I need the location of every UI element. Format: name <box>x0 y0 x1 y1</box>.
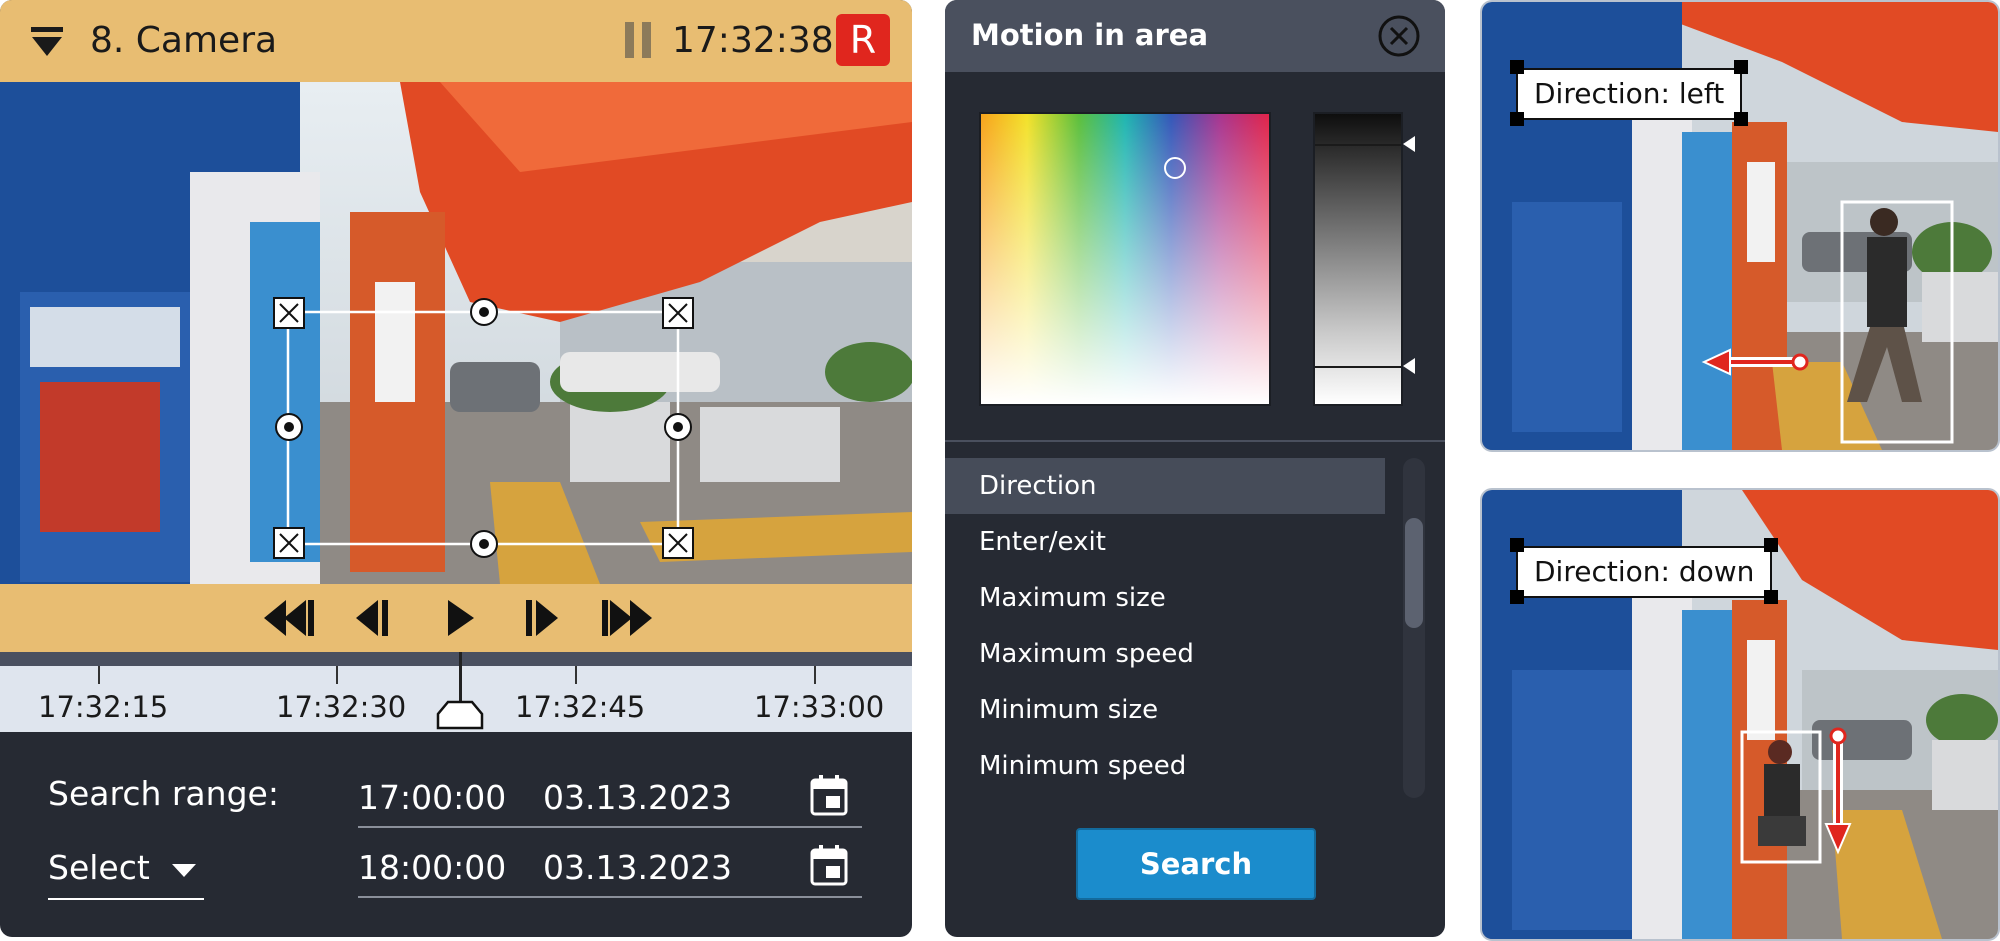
marker-arrow-icon <box>1403 136 1415 152</box>
motion-title: Motion in area <box>971 18 1209 52</box>
list-scrollbar[interactable] <box>1403 458 1425 798</box>
scrollbar-thumb[interactable] <box>1405 518 1423 628</box>
timeline-tick-label: 17:32:15 <box>38 690 169 724</box>
label-corner-handle <box>1764 538 1778 552</box>
label-corner-handle <box>1734 60 1748 74</box>
skip-to-start-icon[interactable] <box>262 598 316 638</box>
list-item-maximum-speed[interactable]: Maximum speed <box>945 626 1385 682</box>
color-cursor[interactable] <box>1164 157 1186 179</box>
brightness-marker-top[interactable] <box>1315 144 1401 146</box>
timeline[interactable]: 17:32:15 17:32:30 17:32:45 17:33:00 <box>0 652 912 732</box>
divider <box>945 440 1445 442</box>
pause-icon[interactable] <box>625 22 655 58</box>
example-direction-down: Direction: down <box>1480 488 2000 941</box>
select-dropdown[interactable]: Select <box>48 848 150 887</box>
timeline-tick <box>98 666 100 684</box>
timeline-tick-label: 17:33:00 <box>754 690 885 724</box>
play-icon[interactable] <box>446 598 476 638</box>
dropdown-triangle-icon[interactable] <box>30 26 64 58</box>
end-time-field[interactable]: 18:00:00 <box>358 848 506 887</box>
marker-arrow-icon <box>1403 358 1415 374</box>
close-icon[interactable] <box>1377 14 1421 58</box>
camera-header: 8. Camera 17:32:38 R <box>0 0 912 82</box>
start-time-field[interactable]: 17:00:00 <box>358 778 506 817</box>
skip-to-end-icon[interactable] <box>600 598 654 638</box>
search-range-label: Search range: <box>48 774 279 813</box>
select-underline <box>48 898 204 900</box>
camera-title: 8. Camera <box>90 20 278 61</box>
motion-filter-list: Direction Enter/exit Maximum size Maximu… <box>945 458 1385 794</box>
label-corner-handle <box>1510 538 1524 552</box>
timeline-tick-label: 17:32:30 <box>276 690 407 724</box>
camera-video[interactable] <box>0 82 912 584</box>
label-corner-handle <box>1510 112 1524 126</box>
color-saturation-gradient <box>981 114 1269 404</box>
label-corner-handle <box>1510 590 1524 604</box>
list-item-enter-exit[interactable]: Enter/exit <box>945 514 1385 570</box>
end-date-field[interactable]: 03.13.2023 <box>543 848 732 887</box>
search-button[interactable]: Search <box>1076 828 1316 900</box>
timeline-tick <box>575 666 577 684</box>
color-picker[interactable] <box>979 112 1271 406</box>
camera-time: 17:32:38 <box>672 20 834 61</box>
timeline-tick <box>336 666 338 684</box>
calendar-icon[interactable] <box>810 774 848 816</box>
start-field-underline <box>358 826 862 828</box>
step-forward-icon[interactable] <box>524 598 560 638</box>
end-field-underline <box>358 896 862 898</box>
list-item-minimum-size[interactable]: Minimum size <box>945 682 1385 738</box>
playhead-handle-icon[interactable] <box>436 700 484 730</box>
step-back-icon[interactable] <box>354 598 390 638</box>
list-item-direction[interactable]: Direction <box>945 458 1385 514</box>
start-date-field[interactable]: 03.13.2023 <box>543 778 732 817</box>
playback-controls <box>0 584 912 652</box>
direction-down-label: Direction: down <box>1516 546 1773 598</box>
timeline-bar <box>0 652 912 666</box>
list-item-maximum-size[interactable]: Maximum size <box>945 570 1385 626</box>
brightness-slider[interactable] <box>1313 112 1415 406</box>
brightness-marker-bottom[interactable] <box>1315 366 1401 368</box>
label-corner-handle <box>1764 590 1778 604</box>
label-corner-handle <box>1734 112 1748 126</box>
example-direction-left: Direction: left <box>1480 0 2000 452</box>
list-item-minimum-speed[interactable]: Minimum speed <box>945 738 1385 794</box>
timeline-tick-label: 17:32:45 <box>515 690 646 724</box>
motion-in-area-panel: Motion in area Direction Enter/exit Maxi… <box>945 0 1445 937</box>
label-corner-handle <box>1510 60 1524 74</box>
timeline-tick <box>814 666 816 684</box>
direction-left-label: Direction: left <box>1516 68 1743 120</box>
motion-header: Motion in area <box>945 0 1445 72</box>
search-range-area: Search range: 17:00:00 03.13.2023 Select… <box>0 732 912 937</box>
record-badge[interactable]: R <box>836 14 890 66</box>
camera-panel: 8. Camera 17:32:38 R 17:32:15 17:32:30 1… <box>0 0 912 937</box>
chevron-down-icon[interactable] <box>172 864 196 878</box>
calendar-icon[interactable] <box>810 844 848 886</box>
